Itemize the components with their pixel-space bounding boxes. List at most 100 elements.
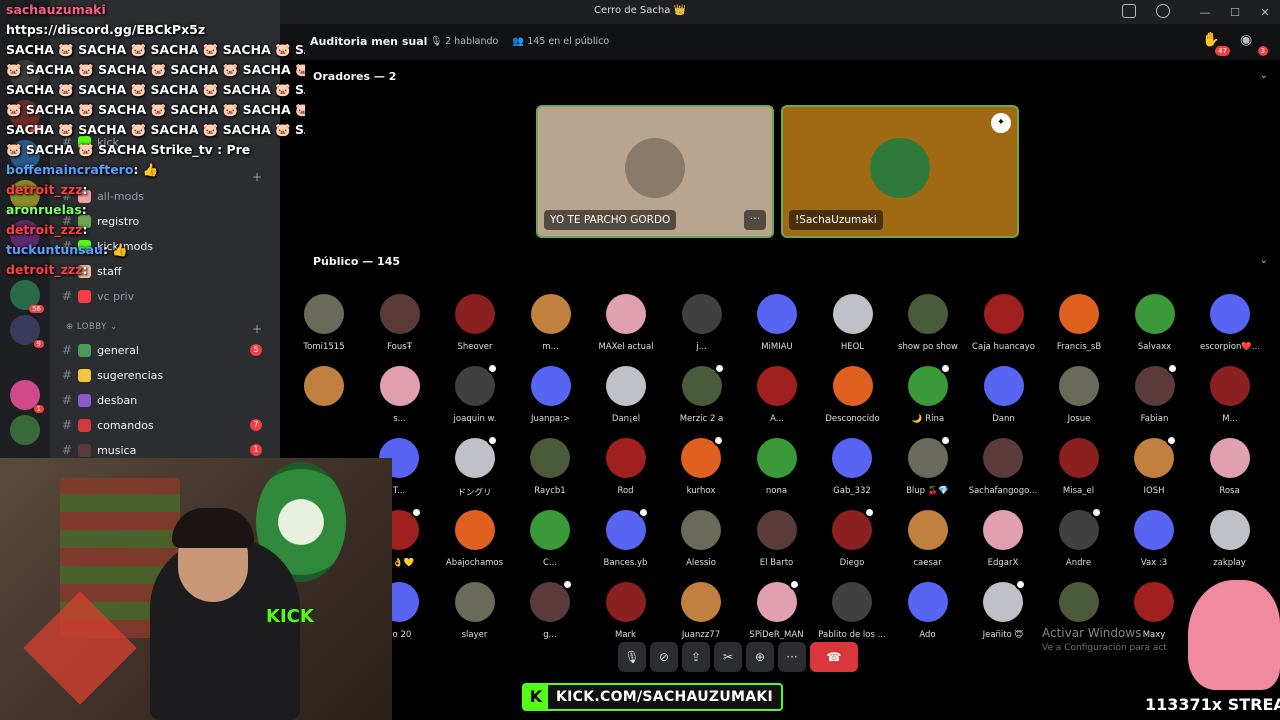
server-icon[interactable]: 9 xyxy=(10,315,44,348)
audience-member[interactable]: Mark xyxy=(588,582,664,640)
audience-member[interactable]: Sheover xyxy=(437,294,513,352)
speaker-tile[interactable]: YO TE PARCHO GORDO ··· xyxy=(536,105,774,238)
stage-meta: 🎙 2 hablando 👥 145 en el público xyxy=(430,36,609,47)
audience-member[interactable]: FousŦ xyxy=(362,294,438,352)
mute-button[interactable]: 🎙 xyxy=(618,642,646,672)
speaker-tile[interactable]: ✦ !SachaUzumaki xyxy=(781,105,1019,238)
avatar xyxy=(1058,438,1099,478)
audience-member[interactable]: Dann xyxy=(966,366,1042,424)
channel-musica[interactable]: # musica 1 xyxy=(62,440,268,460)
server-icon[interactable]: 56 xyxy=(10,280,44,313)
audience-member[interactable]: MiMIAU xyxy=(739,294,815,352)
activity-button[interactable]: ✂ xyxy=(714,642,742,672)
raise-hand-badge: 47 xyxy=(1215,46,1230,56)
screen-share-button[interactable]: ⇪ xyxy=(682,642,710,672)
audience-member[interactable]: HEOL xyxy=(815,294,891,352)
audience-member[interactable]: j... xyxy=(664,294,740,352)
audience-member[interactable]: kurhox xyxy=(663,435,739,496)
audience-member[interactable]: Gab_332 xyxy=(814,438,890,496)
member-name: Jeañito 😇 xyxy=(982,630,1024,640)
audience-member[interactable]: Juanzz77 xyxy=(663,582,739,640)
audience-member[interactable]: C... xyxy=(512,510,588,568)
audience-member[interactable]: Rosa xyxy=(1192,438,1268,496)
audience-member[interactable]: Andre xyxy=(1041,507,1117,568)
audience-member[interactable]: g... xyxy=(512,579,588,640)
channel-desban[interactable]: # desban xyxy=(62,390,268,410)
avatar xyxy=(1134,582,1174,622)
invite-button[interactable]: ⊕ xyxy=(746,642,774,672)
inbox-icon[interactable] xyxy=(1122,4,1136,18)
audience-member[interactable]: nona xyxy=(739,438,815,496)
audience-member[interactable]: ドングリ xyxy=(437,435,513,498)
add-channel-icon[interactable]: + xyxy=(252,322,262,336)
audience-member[interactable]: escorpion❤️... xyxy=(1192,294,1268,352)
help-icon[interactable] xyxy=(1156,4,1170,18)
stage-title: Auditoria men sual xyxy=(310,35,428,48)
audience-member[interactable]: Pablito de los ... xyxy=(814,582,890,640)
channel-general[interactable]: # general 5 xyxy=(62,340,268,360)
audience-member[interactable]: joaquin w. xyxy=(437,363,513,424)
maximize-icon[interactable]: ☐ xyxy=(1220,0,1250,24)
audience-member[interactable]: s... xyxy=(362,366,438,424)
audience-member[interactable]: El Barto xyxy=(739,510,815,568)
audience-member[interactable]: Ado xyxy=(890,582,966,640)
audience-member[interactable]: zakplay xyxy=(1192,510,1268,568)
audience-member[interactable]: Francis_sB xyxy=(1041,294,1117,352)
category-lobby[interactable]: ⊕ LOBBY ⌄ xyxy=(66,322,118,332)
close-icon[interactable]: ✕ xyxy=(1250,0,1280,24)
camera-button[interactable]: ⊘ xyxy=(650,642,678,672)
audience-member[interactable]: caesar xyxy=(890,510,966,568)
chevron-down-icon[interactable]: ⌄ xyxy=(1260,70,1268,81)
audience-member[interactable]: Misa_el xyxy=(1041,438,1117,496)
disconnect-button[interactable]: ☎ xyxy=(810,642,858,672)
audience-member[interactable]: Rod xyxy=(588,438,664,496)
audience-member[interactable] xyxy=(1041,582,1117,630)
audience-member[interactable]: EdgarX xyxy=(965,510,1041,568)
audience-member[interactable]: Vax :3 xyxy=(1116,510,1192,568)
raise-hand-icon[interactable]: ✋ 47 xyxy=(1202,32,1230,56)
audience-member[interactable]: Josue xyxy=(1041,366,1117,424)
server-icon[interactable]: 1 xyxy=(10,380,44,413)
audience-member[interactable]: 🌙 Rina xyxy=(890,363,966,424)
audience-member[interactable]: m... xyxy=(513,294,589,352)
audience-member[interactable]: Sachafangogo... xyxy=(965,438,1041,496)
member-name: Andre xyxy=(1065,558,1092,568)
audience-member[interactable]: A... xyxy=(739,366,815,424)
audience-member[interactable]: Raycb1 xyxy=(512,438,588,496)
minimize-icon[interactable]: — xyxy=(1190,0,1220,24)
more-button[interactable]: ··· xyxy=(778,642,806,672)
channel-comandos[interactable]: # comandos 7 xyxy=(62,415,268,435)
status-icon xyxy=(939,435,951,446)
audience-member[interactable]: IOSH xyxy=(1116,435,1192,496)
audience-member[interactable]: Juanpa:> xyxy=(513,366,589,424)
audience-member[interactable]: Dan¡el xyxy=(588,366,664,424)
audience-member[interactable]: Caja huancayo xyxy=(966,294,1042,352)
channel-vc-priv[interactable]: # vc priv xyxy=(62,286,268,306)
audience-member[interactable]: Alessio xyxy=(663,510,739,568)
chevron-down-icon[interactable]: ⌄ xyxy=(1260,255,1268,266)
speakers-heading[interactable]: Oradores — 2 xyxy=(313,70,396,83)
audience-member[interactable]: Desconocido xyxy=(815,366,891,424)
audience-member[interactable]: Tomi1515 xyxy=(286,294,362,352)
audience-member[interactable]: Fabian xyxy=(1117,363,1193,424)
audience-member[interactable]: slayer xyxy=(437,582,513,640)
audience-member[interactable]: show po show xyxy=(890,294,966,352)
avatar xyxy=(907,510,948,550)
speaker-name: YO TE PARCHO GORDO xyxy=(544,210,677,230)
audience-member[interactable]: Jeañito 😇 xyxy=(965,579,1041,640)
audience-member[interactable]: Bances.yb xyxy=(588,507,664,568)
notifications-icon[interactable]: ◉ 3 xyxy=(1240,32,1268,56)
audience-member[interactable]: Blup 🍒💎 xyxy=(890,435,966,496)
more-options-button[interactable]: ··· xyxy=(744,210,766,230)
channel-sugerencias[interactable]: # sugerencias xyxy=(62,365,268,385)
audience-member[interactable]: SPiDeR_MAN xyxy=(739,579,815,640)
audience-member[interactable]: Diego xyxy=(814,507,890,568)
audience-member[interactable]: MAXel actual xyxy=(588,294,664,352)
audience-member[interactable]: M... xyxy=(1192,366,1268,424)
audience-member[interactable] xyxy=(286,366,362,414)
server-icon[interactable] xyxy=(10,415,40,445)
audience-member[interactable]: Salvaxx xyxy=(1117,294,1193,352)
audience-heading[interactable]: Público — 145 xyxy=(313,255,400,268)
audience-member[interactable]: Abajochamos xyxy=(437,510,513,568)
audience-member[interactable]: Merzic 2 a xyxy=(664,363,740,424)
